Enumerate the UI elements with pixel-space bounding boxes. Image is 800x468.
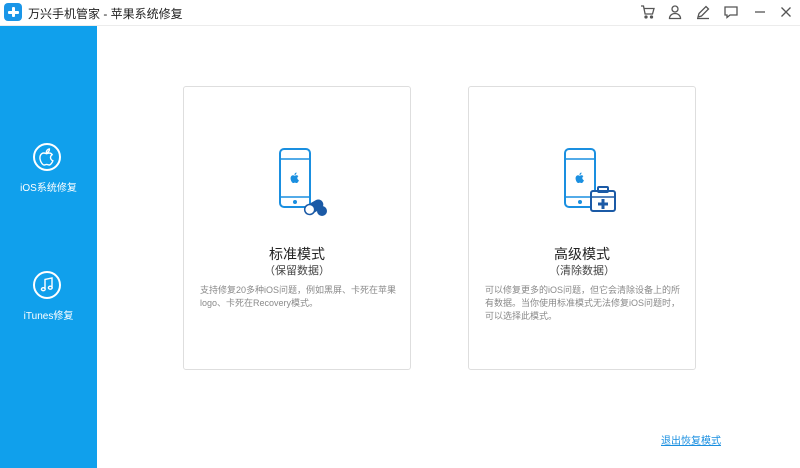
- title-bar: 万兴手机管家 - 苹果系统修复: [0, 0, 800, 26]
- card-subtitle: （保留数据）: [264, 265, 330, 277]
- card-title: 标准模式: [269, 246, 325, 262]
- card-description: 可以修复更多的iOS问题，但它会清除设备上的所有数据。当你使用标准模式无法修复i…: [485, 285, 681, 321]
- window-title: 万兴手机管家 - 苹果系统修复: [28, 7, 183, 21]
- sidebar-item-itunes-repair[interactable]: iTunes修复: [0, 271, 97, 341]
- phone-medkit-icon: [559, 145, 623, 217]
- advanced-mode-card[interactable]: 高级模式 （清除数据） 可以修复更多的iOS问题，但它会清除设备上的所有数据。当…: [468, 86, 696, 370]
- exit-recovery-mode-link[interactable]: 退出恢复模式: [661, 432, 721, 447]
- app-logo-icon: [4, 3, 22, 21]
- sidebar-item-label: iTunes修复: [23, 311, 74, 322]
- close-icon[interactable]: [778, 4, 794, 20]
- sidebar: iOS系统修复 iTunes修复: [0, 26, 97, 468]
- music-note-icon: [33, 271, 61, 299]
- sidebar-item-ios-repair[interactable]: iOS系统修复: [0, 143, 97, 213]
- feedback-icon[interactable]: [723, 4, 739, 20]
- card-title: 高级模式: [554, 246, 610, 262]
- cart-icon[interactable]: [640, 4, 656, 20]
- minimize-icon[interactable]: [752, 4, 768, 20]
- standard-mode-card[interactable]: 标准模式 （保留数据） 支持修复20多种iOS问题，例如黑屏、卡死在苹果logo…: [183, 86, 411, 370]
- phone-pill-icon: [274, 145, 338, 217]
- card-subtitle: （清除数据）: [549, 265, 615, 277]
- card-description: 支持修复20多种iOS问题，例如黑屏、卡死在苹果logo、卡死在Recovery…: [200, 285, 397, 308]
- user-icon[interactable]: [667, 4, 683, 20]
- apple-icon: [33, 143, 61, 171]
- edit-icon[interactable]: [695, 4, 711, 20]
- sidebar-item-label: iOS系统修复: [20, 183, 77, 194]
